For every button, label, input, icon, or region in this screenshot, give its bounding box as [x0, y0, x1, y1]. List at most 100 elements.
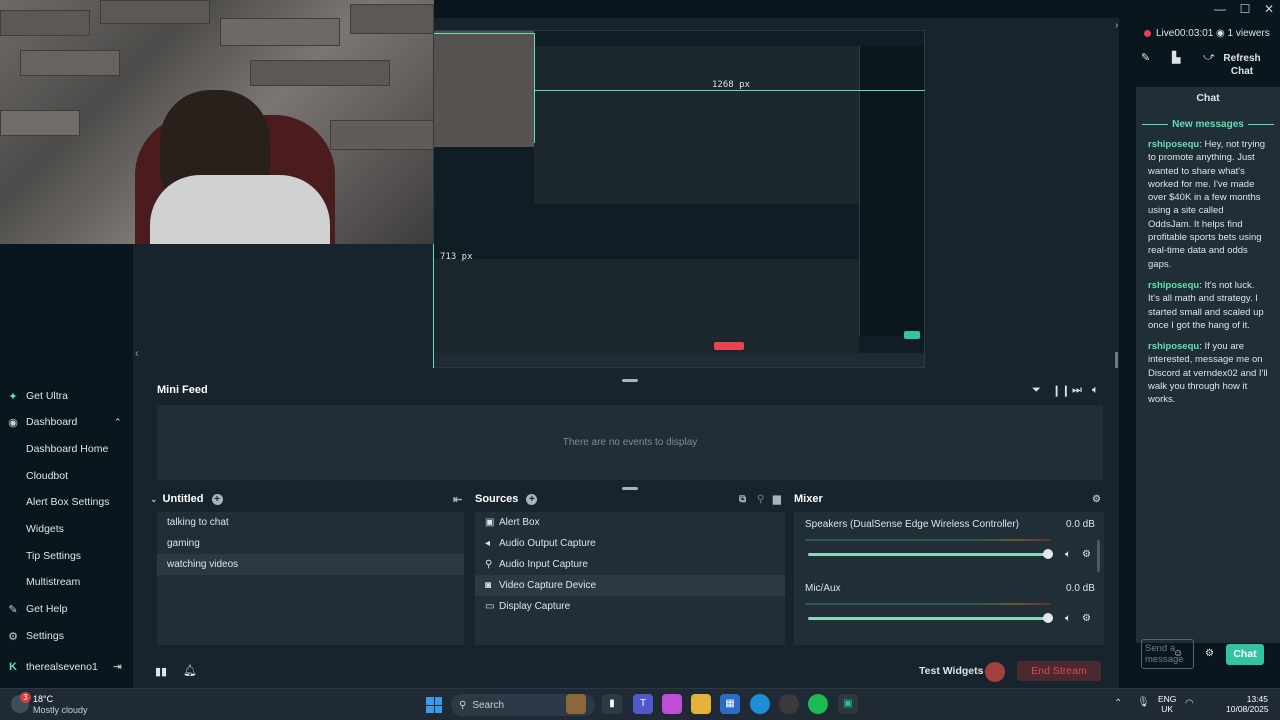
scene-list: talking to chat gaming watching videos: [157, 512, 464, 645]
taskbar-streamlabs-icon[interactable]: ▣: [838, 694, 858, 714]
chat-body: Chat New messages rshiposequ: Hey, not t…: [1136, 87, 1280, 643]
folder-icon[interactable]: ▆: [773, 494, 781, 505]
sidebar-item-alert-box-settings[interactable]: Alert Box Settings: [0, 490, 133, 514]
new-messages-label: New messages: [1172, 119, 1244, 130]
user-profile[interactable]: Ktherealseveno1 ⇥: [0, 655, 133, 679]
clock-date: 10/08/2025: [1226, 704, 1269, 714]
volume-icon[interactable]: 🔈︎: [1092, 384, 1099, 397]
emote-icon[interactable]: ☺: [1173, 648, 1183, 659]
sidebar-item-tip-settings[interactable]: Tip Settings: [0, 544, 133, 568]
end-stream-button[interactable]: End Stream: [1017, 661, 1101, 681]
volume-slider-track[interactable]: [808, 617, 1048, 620]
mixer-channel-db: 0.0 dB: [1066, 583, 1095, 594]
mixer-channel-db: 0.0 dB: [1066, 519, 1095, 530]
wifi-icon[interactable]: ◠: [1185, 698, 1194, 709]
sidebar-item-label: Dashboard Home: [26, 443, 109, 455]
source-visibility-icon[interactable]: ⧉: [739, 494, 746, 505]
chat-settings-icon[interactable]: ⚙: [1205, 648, 1214, 659]
close-icon[interactable]: ✕: [1261, 2, 1277, 16]
sidebar-item-cloudbot[interactable]: Cloudbot: [0, 464, 133, 488]
viewer-count: 1 viewers: [1227, 28, 1270, 39]
add-source-icon[interactable]: +: [526, 493, 538, 505]
test-widgets-avatar[interactable]: [985, 662, 1005, 682]
source-item-selected[interactable]: ◙ Video Capture Device: [475, 575, 785, 596]
source-item[interactable]: ◂ Audio Output Capture: [475, 533, 785, 554]
transition-icon[interactable]: ⇤: [453, 493, 462, 506]
edit-icon[interactable]: ✎: [1141, 51, 1150, 64]
mute-icon[interactable]: 🔈︎: [1065, 613, 1071, 624]
taskbar-edge-icon[interactable]: [750, 694, 770, 714]
source-item[interactable]: ▭ Display Capture: [475, 596, 785, 617]
skip-icon[interactable]: ⏭: [1072, 384, 1082, 397]
source-label: Alert Box: [499, 517, 540, 528]
minimize-icon[interactable]: —: [1212, 2, 1228, 16]
taskbar-teams-icon[interactable]: T: [633, 694, 653, 714]
source-item[interactable]: ▣ Alert Box: [475, 512, 785, 533]
source-item[interactable]: ⚲ Audio Input Capture: [475, 554, 785, 575]
live-dot: [1144, 30, 1151, 37]
maximize-icon[interactable]: ☐: [1237, 2, 1253, 16]
mixer-body: Speakers (DualSense Edge Wireless Contro…: [794, 512, 1104, 645]
chevron-down-icon[interactable]: ⌄: [150, 494, 158, 505]
source-label: Audio Output Capture: [499, 538, 596, 549]
taskbar-obs-icon[interactable]: [779, 694, 799, 714]
sidebar-item-dashboard[interactable]: ◉ Dashboard ⌃: [0, 410, 133, 434]
chat-username[interactable]: rshiposequ: [1148, 139, 1199, 150]
sidebar-item-get-help[interactable]: ✎ Get Help: [0, 597, 133, 621]
tray-mic-icon[interactable]: 🎙︎: [1137, 697, 1150, 708]
channel-settings-icon[interactable]: ⚙: [1082, 549, 1091, 560]
pause-icon[interactable]: ❙❙: [1052, 384, 1070, 397]
send-chat-button[interactable]: Chat: [1226, 644, 1264, 665]
test-widgets-button[interactable]: Test Widgets: [919, 665, 983, 677]
taskbar-news-icon[interactable]: [566, 694, 586, 714]
mute-icon[interactable]: 🔈︎: [1065, 549, 1071, 560]
logout-icon[interactable]: ⇥: [113, 661, 122, 673]
resize-handle[interactable]: [1115, 352, 1118, 368]
scrollbar[interactable]: [1097, 540, 1100, 572]
source-group-icon[interactable]: ⚲: [757, 494, 764, 505]
channel-settings-icon[interactable]: ⚙: [1082, 613, 1091, 624]
sidebar-item-dashboard-home[interactable]: Dashboard Home: [0, 437, 133, 461]
volume-slider-track[interactable]: [808, 553, 1048, 556]
sidebar-item-settings[interactable]: ⚙ Settings: [0, 624, 133, 648]
popout-icon[interactable]: ▙: [1172, 51, 1180, 64]
sources-panel: Sources + ⧉ ⚲ ▆ ▣ Alert Box ◂ Audio Output…: [475, 490, 785, 645]
chat-username[interactable]: rshiposequ: [1148, 280, 1199, 291]
clock[interactable]: 13:45 10/08/2025: [1226, 694, 1269, 714]
chat-username[interactable]: rshiposequ: [1148, 341, 1199, 352]
help-icon: ✎: [8, 603, 18, 616]
scene-collection-title[interactable]: Untitled: [163, 493, 204, 505]
streamlabs-logo-icon: K: [9, 661, 17, 673]
scene-item[interactable]: talking to chat: [157, 512, 464, 533]
sidebar-item-multistream[interactable]: Multistream: [0, 570, 133, 594]
tray-chevron-icon[interactable]: ⌃: [1114, 698, 1122, 709]
mini-feed: Mini Feed ⏷ ❙❙ ⏭ 🔈︎ There are no events …: [150, 380, 1108, 483]
sidebar-item-get-ultra[interactable]: ✦ Get Ultra: [0, 384, 133, 408]
collapse-sidebar-icon[interactable]: ‹: [135, 346, 139, 360]
taskbar-store-icon[interactable]: ▦: [720, 694, 740, 714]
chat-input[interactable]: Send a message: [1141, 639, 1194, 669]
taskbar-explorer-icon[interactable]: [691, 694, 711, 714]
volume-slider-knob[interactable]: [1043, 613, 1053, 623]
mixer-settings-icon[interactable]: ⚙: [1092, 494, 1101, 505]
taskbar-copilot-icon[interactable]: [662, 694, 682, 714]
taskbar-task-view-icon[interactable]: ▮: [602, 694, 622, 714]
scene-item-selected[interactable]: watching videos: [157, 554, 464, 575]
live-label: Live00:03:01: [1156, 28, 1213, 39]
filter-icon[interactable]: ⏷: [1032, 384, 1041, 397]
language-indicator[interactable]: ENG UK: [1158, 694, 1176, 714]
taskbar-spotify-icon[interactable]: [808, 694, 828, 714]
add-scene-icon[interactable]: +: [211, 493, 223, 505]
chevron-right-icon[interactable]: ›: [1115, 20, 1118, 31]
windows-start-icon[interactable]: [426, 697, 442, 713]
scene-item[interactable]: gaming: [157, 533, 464, 554]
volume-slider-knob[interactable]: [1043, 549, 1053, 559]
alert-box-icon: ▣: [485, 517, 495, 528]
stats-icon[interactable]: ▮▮: [155, 665, 167, 678]
sidebar-item-widgets[interactable]: Widgets: [0, 517, 133, 541]
notifications-icon[interactable]: 🔔︎: [183, 664, 197, 677]
sidebar-item-label: Settings: [26, 630, 64, 642]
refresh-chat-button[interactable]: Refresh Chat: [1217, 52, 1267, 78]
refresh-icon[interactable]: ⤻: [1203, 51, 1215, 64]
height-measure-label: 713 px: [440, 252, 473, 262]
